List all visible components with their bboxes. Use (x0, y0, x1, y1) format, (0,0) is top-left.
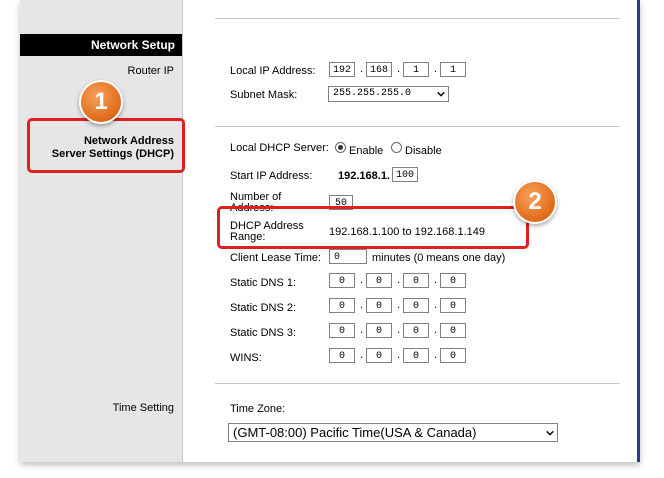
dns2-octet-2[interactable]: 0 (366, 298, 392, 313)
right-edge-stripe (637, 0, 640, 462)
wins-label: WINS: (230, 352, 262, 364)
local-ip-octet-2[interactable]: 168 (366, 62, 392, 77)
time-zone-value: (GMT-08:00) Pacific Time(USA & Canada) (233, 425, 477, 440)
lease-time-input[interactable]: 0 (329, 249, 367, 264)
ip-dot: . (360, 63, 364, 75)
ip-dot: . (397, 299, 401, 311)
local-ip-label: Local IP Address: (230, 65, 316, 77)
router-ip-section-label: Router IP (127, 65, 174, 77)
ip-dot: . (434, 349, 438, 361)
enable-radio[interactable] (335, 142, 346, 153)
left-panel: Network Setup Router IP Network Address … (20, 0, 183, 462)
local-ip-octet-4[interactable]: 1 (440, 62, 466, 77)
highlight-box-dhcp-section (27, 118, 185, 173)
ip-dot: . (360, 349, 364, 361)
ip-dot: . (397, 324, 401, 336)
dns1-octet-2[interactable]: 0 (366, 273, 392, 288)
step-badge-1: 1 (79, 80, 123, 124)
time-setting-section-label: Time Setting (112, 402, 174, 414)
wins-octet-1[interactable]: 0 (329, 348, 355, 363)
subnet-mask-select[interactable]: 255.255.255.0 (328, 86, 449, 102)
ip-dot: . (397, 274, 401, 286)
dns1-octet-4[interactable]: 0 (440, 273, 466, 288)
lease-time-label: Client Lease Time: (230, 252, 322, 264)
ip-dot: . (434, 299, 438, 311)
disable-radio-label: Disable (405, 145, 442, 157)
dns3-label: Static DNS 3: (230, 327, 297, 339)
highlight-box-dhcp-range (217, 206, 529, 249)
ip-dot: . (360, 324, 364, 336)
disable-radio[interactable] (391, 142, 402, 153)
dns1-octet-3[interactable]: 0 (403, 273, 429, 288)
subnet-mask-value: 255.255.255.0 (333, 88, 412, 99)
ip-dot: . (360, 299, 364, 311)
start-ip-label: Start IP Address: (230, 170, 313, 182)
dns2-label: Static DNS 2: (230, 302, 297, 314)
dns2-octet-3[interactable]: 0 (403, 298, 429, 313)
ip-dot: . (360, 274, 364, 286)
local-ip-octet-3[interactable]: 1 (403, 62, 429, 77)
dns2-octet-1[interactable]: 0 (329, 298, 355, 313)
dns3-octet-3[interactable]: 0 (403, 323, 429, 338)
chevron-down-icon (546, 430, 554, 436)
wins-octet-4[interactable]: 0 (440, 348, 466, 363)
subnet-mask-label: Subnet Mask: (230, 89, 298, 101)
section-title: Network Setup (20, 34, 182, 56)
ip-dot: . (434, 274, 438, 286)
time-zone-select[interactable]: (GMT-08:00) Pacific Time(USA & Canada) (228, 423, 558, 442)
lease-time-note: minutes (0 means one day) (372, 252, 506, 264)
dhcp-server-label: Local DHCP Server: (230, 142, 329, 154)
ip-dot: . (434, 324, 438, 336)
divider-dhcp (215, 126, 620, 127)
dns3-octet-4[interactable]: 0 (440, 323, 466, 338)
dns1-octet-1[interactable]: 0 (329, 273, 355, 288)
local-ip-octet-1[interactable]: 192 (329, 62, 355, 77)
step-badge-2: 2 (513, 180, 557, 224)
ip-dot: . (397, 63, 401, 75)
chevron-down-icon (437, 91, 445, 97)
divider-top (215, 18, 620, 19)
dns3-octet-2[interactable]: 0 (366, 323, 392, 338)
dns1-label: Static DNS 1: (230, 277, 297, 289)
enable-radio-label: Enable (349, 145, 384, 157)
time-zone-label: Time Zone: (230, 403, 286, 415)
dns2-octet-4[interactable]: 0 (440, 298, 466, 313)
ip-dot: . (397, 349, 401, 361)
ip-dot: . (434, 63, 438, 75)
start-ip-last-octet[interactable]: 100 (392, 167, 418, 182)
start-ip-prefix: 192.168.1. (338, 170, 390, 182)
wins-octet-3[interactable]: 0 (403, 348, 429, 363)
wins-octet-2[interactable]: 0 (366, 348, 392, 363)
dns3-octet-1[interactable]: 0 (329, 323, 355, 338)
divider-time (215, 383, 620, 384)
